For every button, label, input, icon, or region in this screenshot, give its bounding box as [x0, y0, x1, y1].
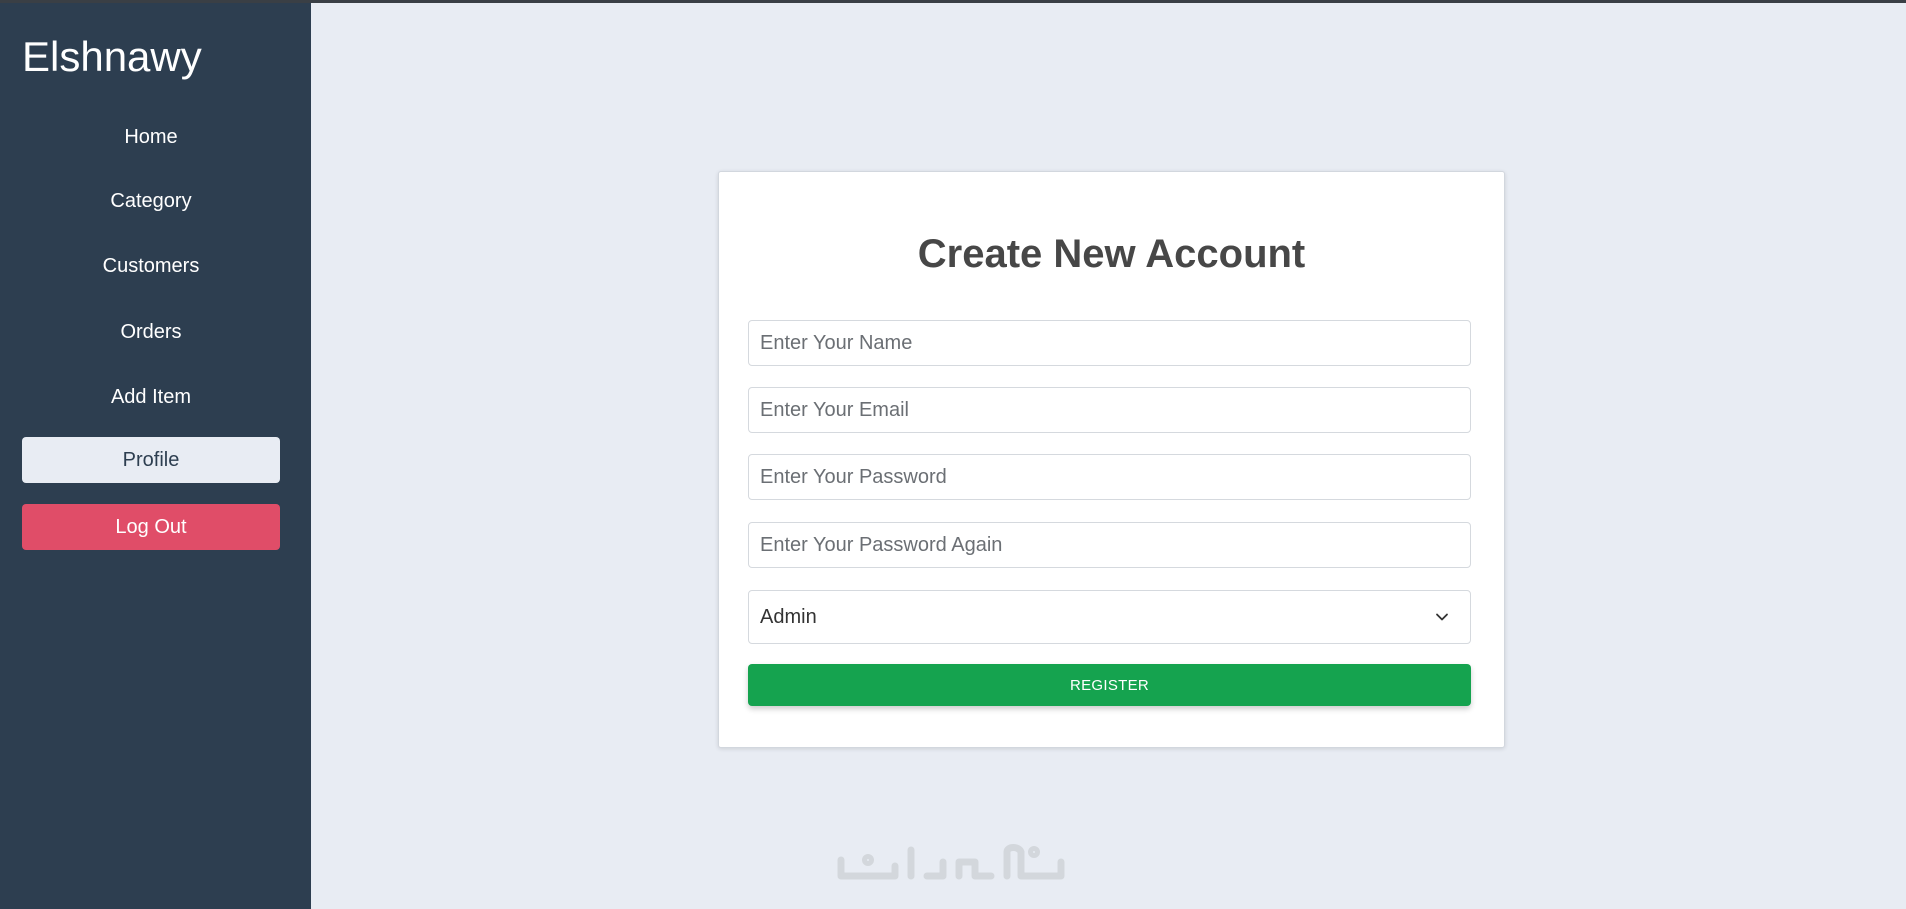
name-input[interactable]	[748, 320, 1471, 366]
sidebar-item-profile[interactable]: Profile	[22, 437, 280, 483]
sidebar-item-category[interactable]: Category	[22, 178, 280, 224]
password-again-input[interactable]	[748, 522, 1471, 568]
sidebar-item-customers[interactable]: Customers	[22, 243, 280, 289]
page-title: Create New Account	[917, 232, 1306, 276]
sidebar-item-home[interactable]: Home	[22, 114, 280, 160]
register-button[interactable]: REGISTER	[748, 664, 1471, 706]
brand-logo[interactable]: Elshnawy	[22, 33, 202, 81]
email-input[interactable]	[748, 387, 1471, 433]
password-input[interactable]	[748, 454, 1471, 500]
logout-button[interactable]: Log Out	[22, 504, 280, 550]
chevron-down-icon	[1436, 613, 1448, 621]
register-card: Create New Account Admin REGISTER	[718, 171, 1505, 748]
role-select[interactable]: Admin	[748, 590, 1471, 644]
watermark-logo	[837, 844, 1065, 880]
sidebar-item-add-item[interactable]: Add Item	[22, 374, 280, 420]
role-select-value: Admin	[760, 606, 817, 628]
sidebar: Elshnawy Home Category Customers Orders …	[0, 3, 311, 909]
sidebar-item-orders[interactable]: Orders	[22, 309, 280, 355]
